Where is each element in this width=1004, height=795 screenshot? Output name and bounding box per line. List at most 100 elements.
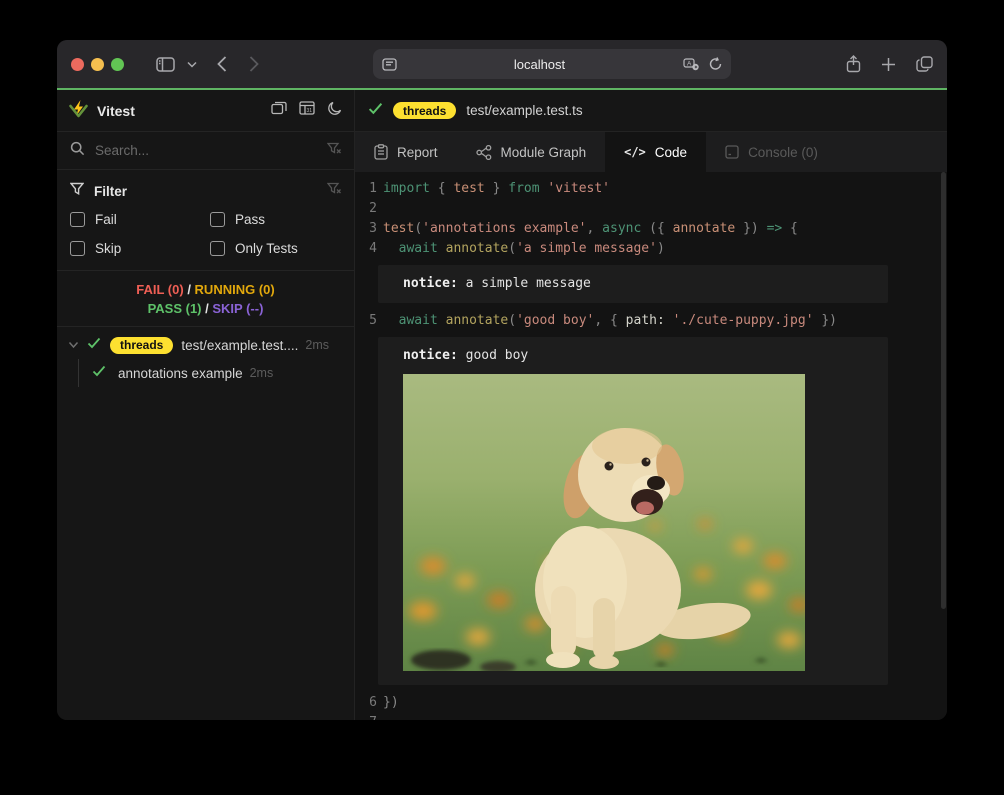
code-token: }) [814,313,837,328]
code-line: 5 await annotate('good boy', { path: './… [355,311,947,331]
code-token: await [399,313,438,328]
svg-text:✦: ✦ [693,64,698,71]
dark-mode-toggle-moon-icon[interactable] [327,101,342,121]
tab-label: Console (0) [748,145,818,160]
checkbox[interactable] [70,241,85,256]
sidebar-toggle-icon[interactable] [156,57,175,72]
reader-icon[interactable] [382,58,397,71]
address-bar[interactable]: localhost A ✦ [373,49,731,79]
code-token: './cute-puppy.jpg' [673,313,814,328]
translate-icon[interactable]: A ✦ [683,58,700,71]
notice-message: a simple message [458,276,591,291]
browser-window: localhost A ✦ [57,40,947,720]
main-panel: threads test/example.test.ts Report [355,90,947,720]
tab-label: Code [655,145,687,160]
zoom-window-button[interactable] [111,58,124,71]
code-token: }) [735,221,766,236]
clear-filters-icon[interactable] [327,182,341,200]
clear-search-filter-icon[interactable] [327,142,341,160]
code-token: async [602,221,641,236]
checkbox-label: Pass [235,212,265,227]
line-number: 7 [355,713,377,720]
code-token [665,313,673,328]
line-number: 2 [355,199,377,219]
back-button[interactable] [217,56,227,72]
vitest-logo-icon [69,99,88,123]
search-icon [70,141,85,161]
filter-checkbox-skip[interactable]: Skip [70,241,210,256]
checkbox-label: Only Tests [235,241,298,256]
code-scrollbar[interactable] [941,172,946,609]
code-token: ( [414,221,422,236]
test-case-row[interactable]: annotations example 2ms [57,359,354,387]
code-token: annotate [673,221,736,236]
code-token: 'vitest' [547,181,610,196]
app-title: Vitest [97,103,271,119]
code-token: 'annotations example' [422,221,586,236]
code-token: , { [594,313,625,328]
checkbox-label: Skip [95,241,121,256]
search-input[interactable]: Search... [95,143,327,158]
code-token: }) [383,695,399,710]
code-token: annotate [446,313,509,328]
url-text[interactable]: localhost [397,57,683,72]
code-line: 7 [355,713,947,720]
line-number: 4 [355,239,377,259]
test-case-duration: 2ms [250,366,274,380]
test-case-name: annotations example [118,366,243,381]
code-text: test('annotations example', async ({ ann… [383,219,798,239]
code-line: 2 [355,199,947,219]
code-token: ) [657,241,665,256]
code-text: import { test } from 'vitest' [383,179,610,199]
line-number: 6 [355,693,377,713]
test-file-name: test/example.test.... [181,338,298,353]
code-text: }) [383,693,399,713]
checkbox[interactable] [210,241,225,256]
code-line: 4 await annotate('a simple message') [355,239,947,259]
dashboard-icon[interactable]: 31 [299,101,315,120]
test-file-duration: 2ms [305,338,329,352]
chevron-down-icon[interactable] [68,336,79,354]
minimize-window-button[interactable] [91,58,104,71]
chevron-down-icon[interactable] [187,61,197,68]
annotation-notice-2: notice: good boy [378,337,888,685]
test-tree: threads test/example.test.... 2ms annota… [57,327,354,387]
filter-checkbox-fail[interactable]: Fail [70,212,210,227]
svg-text:A: A [687,60,692,67]
fail-count: FAIL (0) [136,282,183,297]
status-line-2: PASS (1) / SKIP (--) [57,299,354,318]
reload-icon[interactable] [709,57,722,71]
filter-checkbox-only-tests[interactable]: Only Tests [210,241,341,256]
close-window-button[interactable] [71,58,84,71]
code-line: 3 test('annotations example', async ({ an… [355,219,947,239]
code-token [438,313,446,328]
check-icon [87,336,101,354]
search-box[interactable]: Search... [57,132,354,170]
test-file-row[interactable]: threads test/example.test.... 2ms [57,331,354,359]
tab-console[interactable]: Console (0) [706,132,837,172]
panels-icon[interactable] [271,101,287,120]
tab-overview-icon[interactable] [916,56,933,72]
code-token: annotate [446,241,509,256]
new-tab-icon[interactable] [881,57,896,72]
tab-label: Report [397,145,438,160]
notice-message: good boy [458,348,528,363]
share-icon[interactable] [846,55,861,73]
code-token: from [508,181,539,196]
code-token: } [485,181,508,196]
code-token [383,313,399,328]
check-icon [92,364,106,382]
filter-checkbox-pass[interactable]: Pass [210,212,341,227]
checkbox[interactable] [70,212,85,227]
forward-button[interactable] [249,56,259,72]
code-text: await annotate('a simple message') [383,239,665,259]
tab-report[interactable]: Report [355,132,457,172]
filter-section: Filter Fail Pass [57,170,354,271]
code-token: await [399,241,438,256]
line-number: 3 [355,219,377,239]
checkbox[interactable] [210,212,225,227]
code-viewer[interactable]: 1import { test } from 'vitest' 2 3test('… [355,172,947,720]
code-token: 'good boy' [516,313,594,328]
tab-code[interactable]: </> Code [605,132,706,172]
tab-module-graph[interactable]: Module Graph [457,132,606,172]
